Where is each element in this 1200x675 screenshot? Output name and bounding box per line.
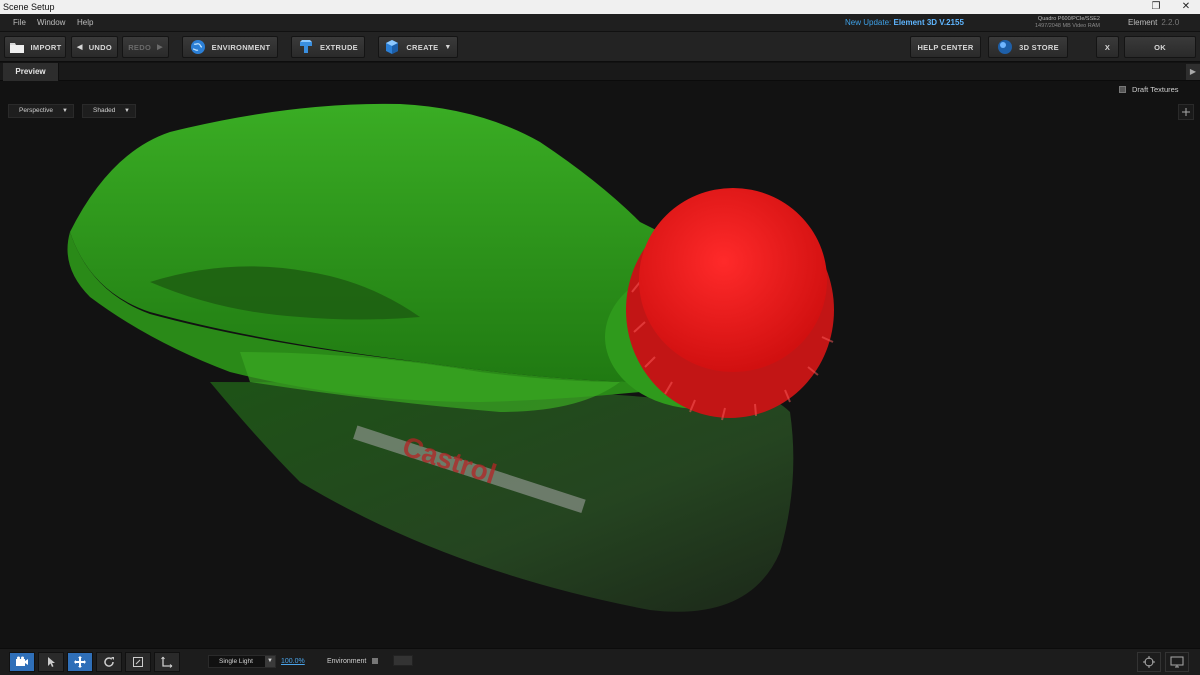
cancel-button[interactable]: X xyxy=(1096,36,1119,58)
undo-label: UNDO xyxy=(88,42,112,52)
view-mode-label: Perspective xyxy=(19,107,53,114)
draft-textures-toggle[interactable]: Draft Textures xyxy=(1119,85,1179,94)
import-label: IMPORT xyxy=(30,42,62,52)
folder-icon xyxy=(9,43,24,53)
target-icon xyxy=(1143,656,1155,668)
create-label: CREATE xyxy=(406,42,439,52)
menu-help[interactable]: Help xyxy=(77,14,93,32)
axis-icon xyxy=(161,656,173,668)
cursor-icon xyxy=(48,657,55,667)
tab-preview[interactable]: Preview xyxy=(3,63,59,81)
light-intensity-value[interactable]: 100.0% xyxy=(281,655,305,668)
app-version: 2.2.0 xyxy=(1161,18,1180,27)
panel-expand-arrow-icon[interactable]: ▶ xyxy=(1186,64,1200,80)
update-notice[interactable]: New Update: Element 3D V.2155 xyxy=(845,14,964,32)
ok-label: OK xyxy=(1154,42,1166,52)
bottle-upper-body xyxy=(70,103,660,382)
store-globe-icon xyxy=(998,40,1013,54)
close-window-icon[interactable]: ✕ xyxy=(1172,0,1200,14)
main-toolbar: IMPORT ◀ UNDO REDO ▶ ENVIRONMENT EXTRUDE… xyxy=(0,32,1200,62)
gpu-info: Quadro P600/PCIe/SSE2 1497/2048 MB Video… xyxy=(1020,16,1100,30)
restore-window-icon[interactable]: ❐ xyxy=(1142,0,1170,14)
window-title: Scene Setup xyxy=(3,2,55,12)
model-render: Castrol xyxy=(67,103,834,612)
move-tool-button[interactable] xyxy=(67,652,93,672)
light-mode-caret-icon: ▼ xyxy=(265,656,275,667)
store-label: 3D STORE xyxy=(1019,42,1059,52)
draft-textures-checkbox[interactable] xyxy=(1119,86,1126,93)
chevron-down-icon: ▼ xyxy=(444,43,452,51)
menu-bar: File Window Help New Update: Element 3D … xyxy=(0,14,1200,32)
tab-bar: Preview ▶ xyxy=(0,63,1200,81)
extrude-label: EXTRUDE xyxy=(320,42,358,52)
menu-file[interactable]: File xyxy=(13,14,26,32)
monitor-icon xyxy=(1170,656,1184,668)
display-button[interactable] xyxy=(1165,652,1189,672)
render-settings-button[interactable] xyxy=(1137,652,1161,672)
select-tool-button[interactable] xyxy=(38,652,64,672)
app-name: Element 2.2.0 xyxy=(1128,14,1179,32)
environment-swatch[interactable] xyxy=(393,655,413,666)
light-mode-label: Single Light xyxy=(219,658,253,665)
gpu-name: Quadro P600/PCIe/SSE2 xyxy=(1037,16,1100,22)
world-axis-button[interactable] xyxy=(154,652,180,672)
update-version: Element 3D V.2155 xyxy=(893,18,964,27)
extrude-icon xyxy=(300,40,313,53)
undo-arrow-icon: ◀ xyxy=(77,44,83,51)
cap-top xyxy=(639,188,827,372)
globe-icon xyxy=(190,40,205,54)
camera-icon xyxy=(16,656,28,666)
maximize-viewport-icon[interactable] xyxy=(1178,104,1194,120)
window-titlebar: Scene Setup ❐ ✕ xyxy=(0,0,1200,14)
redo-button[interactable]: REDO ▶ xyxy=(122,36,169,58)
cancel-label: X xyxy=(1104,42,1111,52)
redo-arrow-icon: ▶ xyxy=(157,44,163,51)
camera-tool-button[interactable] xyxy=(9,652,35,672)
corner-arrows-icon xyxy=(1182,108,1190,116)
environment-button[interactable]: ENVIRONMENT xyxy=(182,36,278,58)
create-button[interactable]: CREATE ▼ xyxy=(378,36,458,58)
help-center-button[interactable]: HELP CENTER xyxy=(910,36,981,58)
extrude-button[interactable]: EXTRUDE xyxy=(291,36,365,58)
viewport[interactable]: Castrol Perspective ▼ Shaded ▼ Draft Tex… xyxy=(0,82,1200,648)
rotate-icon xyxy=(104,657,114,667)
3d-store-button[interactable]: 3D STORE xyxy=(988,36,1068,58)
rotate-tool-button[interactable] xyxy=(96,652,122,672)
undo-button[interactable]: ◀ UNDO xyxy=(71,36,118,58)
view-mode-dropdown[interactable]: Perspective ▼ xyxy=(8,104,74,118)
view-mode-caret-icon: ▼ xyxy=(62,108,68,114)
shading-label: Shaded xyxy=(93,107,116,114)
move-icon xyxy=(74,656,86,668)
environment-checkbox[interactable] xyxy=(372,658,378,664)
import-button[interactable]: IMPORT xyxy=(4,36,66,58)
bottle-lower-body xyxy=(210,382,794,612)
environment-label: Environment xyxy=(327,658,367,665)
help-center-label: HELP CENTER xyxy=(917,42,974,52)
shading-dropdown[interactable]: Shaded ▼ xyxy=(82,104,136,118)
menu-window[interactable]: Window xyxy=(37,14,65,32)
cube-icon xyxy=(386,40,399,54)
update-prefix: New Update: xyxy=(845,18,892,27)
bottom-toolbar: Single Light ▼ 100.0% Environment xyxy=(0,648,1200,675)
light-mode-select[interactable]: Single Light ▼ xyxy=(208,655,276,668)
ok-button[interactable]: OK xyxy=(1124,36,1196,58)
gpu-memory: 1497/2048 MB Video RAM xyxy=(1034,23,1100,29)
app-title: Element xyxy=(1128,18,1158,27)
environment-label: ENVIRONMENT xyxy=(211,42,271,52)
draft-textures-label: Draft Textures xyxy=(1132,85,1179,94)
redo-label: REDO xyxy=(128,42,152,52)
scale-icon xyxy=(133,657,143,667)
scale-tool-button[interactable] xyxy=(125,652,151,672)
shading-caret-icon: ▼ xyxy=(124,108,130,114)
